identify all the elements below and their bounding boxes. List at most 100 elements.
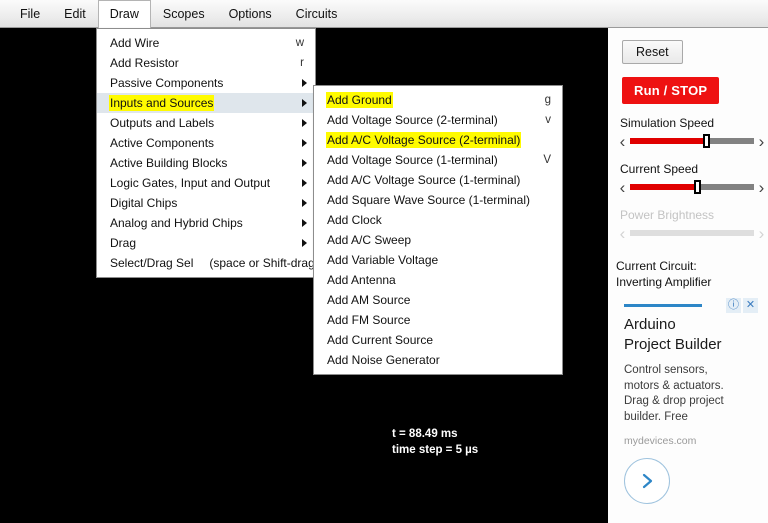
- menu-item-circuits[interactable]: Circuits: [284, 0, 350, 27]
- sources-submenu-item-label: Add Variable Voltage: [327, 253, 439, 267]
- draw-menu-item-label: Add Resistor: [110, 56, 179, 70]
- draw-menu-item[interactable]: Drag: [97, 233, 315, 253]
- sources-submenu-item[interactable]: Add Noise Generator: [314, 350, 562, 370]
- sources-submenu-item-label: Add A/C Voltage Source (2-terminal): [327, 133, 521, 147]
- caret-right-icon: [302, 239, 307, 247]
- slider-track[interactable]: [630, 180, 754, 194]
- sources-submenu-item-label: Add AM Source: [327, 293, 411, 307]
- sources-submenu-item-label: Add A/C Sweep: [327, 233, 412, 247]
- draw-menu-item[interactable]: Active Building Blocks: [97, 153, 315, 173]
- slider-fill: [630, 184, 699, 190]
- caret-right-icon: [302, 119, 307, 127]
- menu-item-options[interactable]: Options: [217, 0, 284, 27]
- ad-body: Control sensors, motors & actuators. Dra…: [624, 363, 744, 425]
- sources-submenu-item-label: Add FM Source: [327, 313, 411, 327]
- caret-right-icon: [302, 139, 307, 147]
- control-panel: Reset Run / STOP Simulation Speed ‹ › Cu…: [608, 28, 768, 523]
- draw-menu-item[interactable]: Passive Components: [97, 73, 315, 93]
- caret-right-icon: [302, 159, 307, 167]
- caret-right-icon: [302, 199, 307, 207]
- menu-item-file[interactable]: File: [8, 0, 52, 27]
- sources-submenu-item-label: Add Noise Generator: [327, 353, 440, 367]
- draw-menu-item-label: Outputs and Labels: [110, 116, 215, 130]
- draw-menu-item-label: Analog and Hybrid Chips: [110, 216, 243, 230]
- sources-submenu-item-shortcut: V: [543, 154, 551, 166]
- draw-menu-item-label: Select/Drag Sel: [110, 256, 194, 270]
- draw-menu-item[interactable]: Analog and Hybrid Chips: [97, 213, 315, 233]
- inputs-and-sources-submenu[interactable]: Add Ground g Add Voltage Source (2-termina…: [313, 85, 563, 375]
- slider-thumb[interactable]: [702, 134, 710, 148]
- menu-item-edit[interactable]: Edit: [52, 0, 98, 27]
- sources-submenu-item-label: Add Ground: [327, 93, 392, 107]
- draw-menu-item-label: Add Wire: [110, 36, 160, 50]
- sources-submenu-item[interactable]: Add A/C Voltage Source (2-terminal): [314, 130, 562, 150]
- sources-submenu-item[interactable]: Add AM Source: [314, 290, 562, 310]
- ad-title-line-1: Arduino: [624, 316, 676, 333]
- simulation-speed-slider-block: Simulation Speed ‹ ›: [614, 116, 768, 150]
- current-speed-slider-block: Current Speed ‹ ›: [614, 162, 768, 196]
- sources-submenu-item[interactable]: Add Variable Voltage: [314, 250, 562, 270]
- current-circuit-info: Current Circuit: Inverting Amplifier: [616, 258, 768, 290]
- menu-bar: File Edit Draw Scopes Options Circuits: [0, 0, 768, 28]
- sources-submenu-item-label: Add Square Wave Source (1-terminal): [327, 193, 530, 207]
- chevron-right-icon[interactable]: ›: [755, 133, 768, 150]
- draw-menu-item-label: Active Building Blocks: [110, 156, 228, 170]
- close-icon[interactable]: ✕: [743, 298, 758, 313]
- draw-menu-item[interactable]: Digital Chips: [97, 193, 315, 213]
- draw-menu-item[interactable]: Add Wire w: [97, 33, 315, 53]
- reset-button[interactable]: Reset: [622, 40, 683, 64]
- current-speed-slider[interactable]: ‹ ›: [616, 178, 768, 196]
- power-brightness-slider-block: Power Brightness ‹ ›: [614, 208, 768, 242]
- draw-menu-item[interactable]: Inputs and Sources: [97, 93, 315, 113]
- draw-menu-item[interactable]: Logic Gates, Input and Output: [97, 173, 315, 193]
- sources-submenu-item-shortcut: v: [545, 114, 551, 126]
- chevron-right-icon[interactable]: ›: [755, 179, 768, 196]
- draw-dropdown-menu[interactable]: Add Wire w Add Resistor r Passive Components…: [96, 28, 319, 278]
- sources-submenu-item[interactable]: Add Square Wave Source (1-terminal): [314, 190, 562, 210]
- slider-thumb[interactable]: [694, 180, 702, 194]
- chevron-right-icon: [642, 473, 653, 489]
- menu-item-draw[interactable]: Draw: [97, 0, 151, 28]
- sources-submenu-item[interactable]: Add FM Source: [314, 310, 562, 330]
- sources-submenu-item-label: Add Voltage Source (2-terminal): [327, 113, 498, 127]
- ad-title: Arduino Project Builder: [624, 315, 734, 355]
- caret-right-icon: [302, 219, 307, 227]
- sim-timestep-label: time step = 5 µs: [392, 444, 479, 456]
- ad-cta-button[interactable]: [624, 458, 670, 504]
- draw-menu-item[interactable]: Add Resistor r: [97, 53, 315, 73]
- advertisement[interactable]: ⓘ ✕ Arduino Project Builder Control sens…: [616, 298, 766, 504]
- chevron-left-icon[interactable]: ‹: [616, 133, 629, 150]
- caret-right-icon: [302, 79, 307, 87]
- sources-submenu-item[interactable]: Add A/C Voltage Source (1-terminal): [314, 170, 562, 190]
- sources-submenu-item[interactable]: Add Ground g: [314, 90, 562, 110]
- sources-submenu-item-label: Add Voltage Source (1-terminal): [327, 153, 498, 167]
- menu-item-scopes[interactable]: Scopes: [151, 0, 217, 27]
- sources-submenu-item[interactable]: Add Current Source: [314, 330, 562, 350]
- ad-domain: mydevices.com: [624, 435, 697, 447]
- sources-submenu-item-label: Add A/C Voltage Source (1-terminal): [327, 173, 521, 187]
- slider-track[interactable]: [630, 134, 754, 148]
- ad-controls: ⓘ ✕: [726, 298, 758, 313]
- draw-menu-item-label: Passive Components: [110, 76, 224, 90]
- sources-submenu-item[interactable]: Add Clock: [314, 210, 562, 230]
- draw-menu-item[interactable]: Select/Drag Sel (space or Shift-drag): [97, 253, 319, 273]
- sources-submenu-item[interactable]: Add Antenna: [314, 270, 562, 290]
- draw-menu-item-label: Logic Gates, Input and Output: [110, 176, 271, 190]
- draw-menu-item[interactable]: Outputs and Labels: [97, 113, 315, 133]
- draw-menu-item-label: Drag: [110, 236, 137, 250]
- sim-time-label: t = 88.49 ms: [392, 428, 458, 440]
- simulation-speed-label: Simulation Speed: [620, 116, 715, 130]
- draw-menu-item-shortcut: w: [295, 37, 304, 49]
- info-icon[interactable]: ⓘ: [726, 298, 741, 313]
- run-stop-button[interactable]: Run / STOP: [622, 77, 720, 104]
- draw-menu-item-label: Active Components: [110, 136, 215, 150]
- ad-title-line-2: Project Builder: [624, 336, 722, 353]
- sources-submenu-item[interactable]: Add Voltage Source (2-terminal) v: [314, 110, 562, 130]
- sources-submenu-item[interactable]: Add Voltage Source (1-terminal) V: [314, 150, 562, 170]
- sources-submenu-item[interactable]: Add A/C Sweep: [314, 230, 562, 250]
- draw-menu-item[interactable]: Active Components: [97, 133, 315, 153]
- ad-body-line-4: builder. Free: [624, 410, 688, 423]
- draw-menu-item-shortcut: r: [300, 57, 304, 69]
- simulation-speed-slider[interactable]: ‹ ›: [616, 132, 768, 150]
- chevron-left-icon[interactable]: ‹: [616, 179, 629, 196]
